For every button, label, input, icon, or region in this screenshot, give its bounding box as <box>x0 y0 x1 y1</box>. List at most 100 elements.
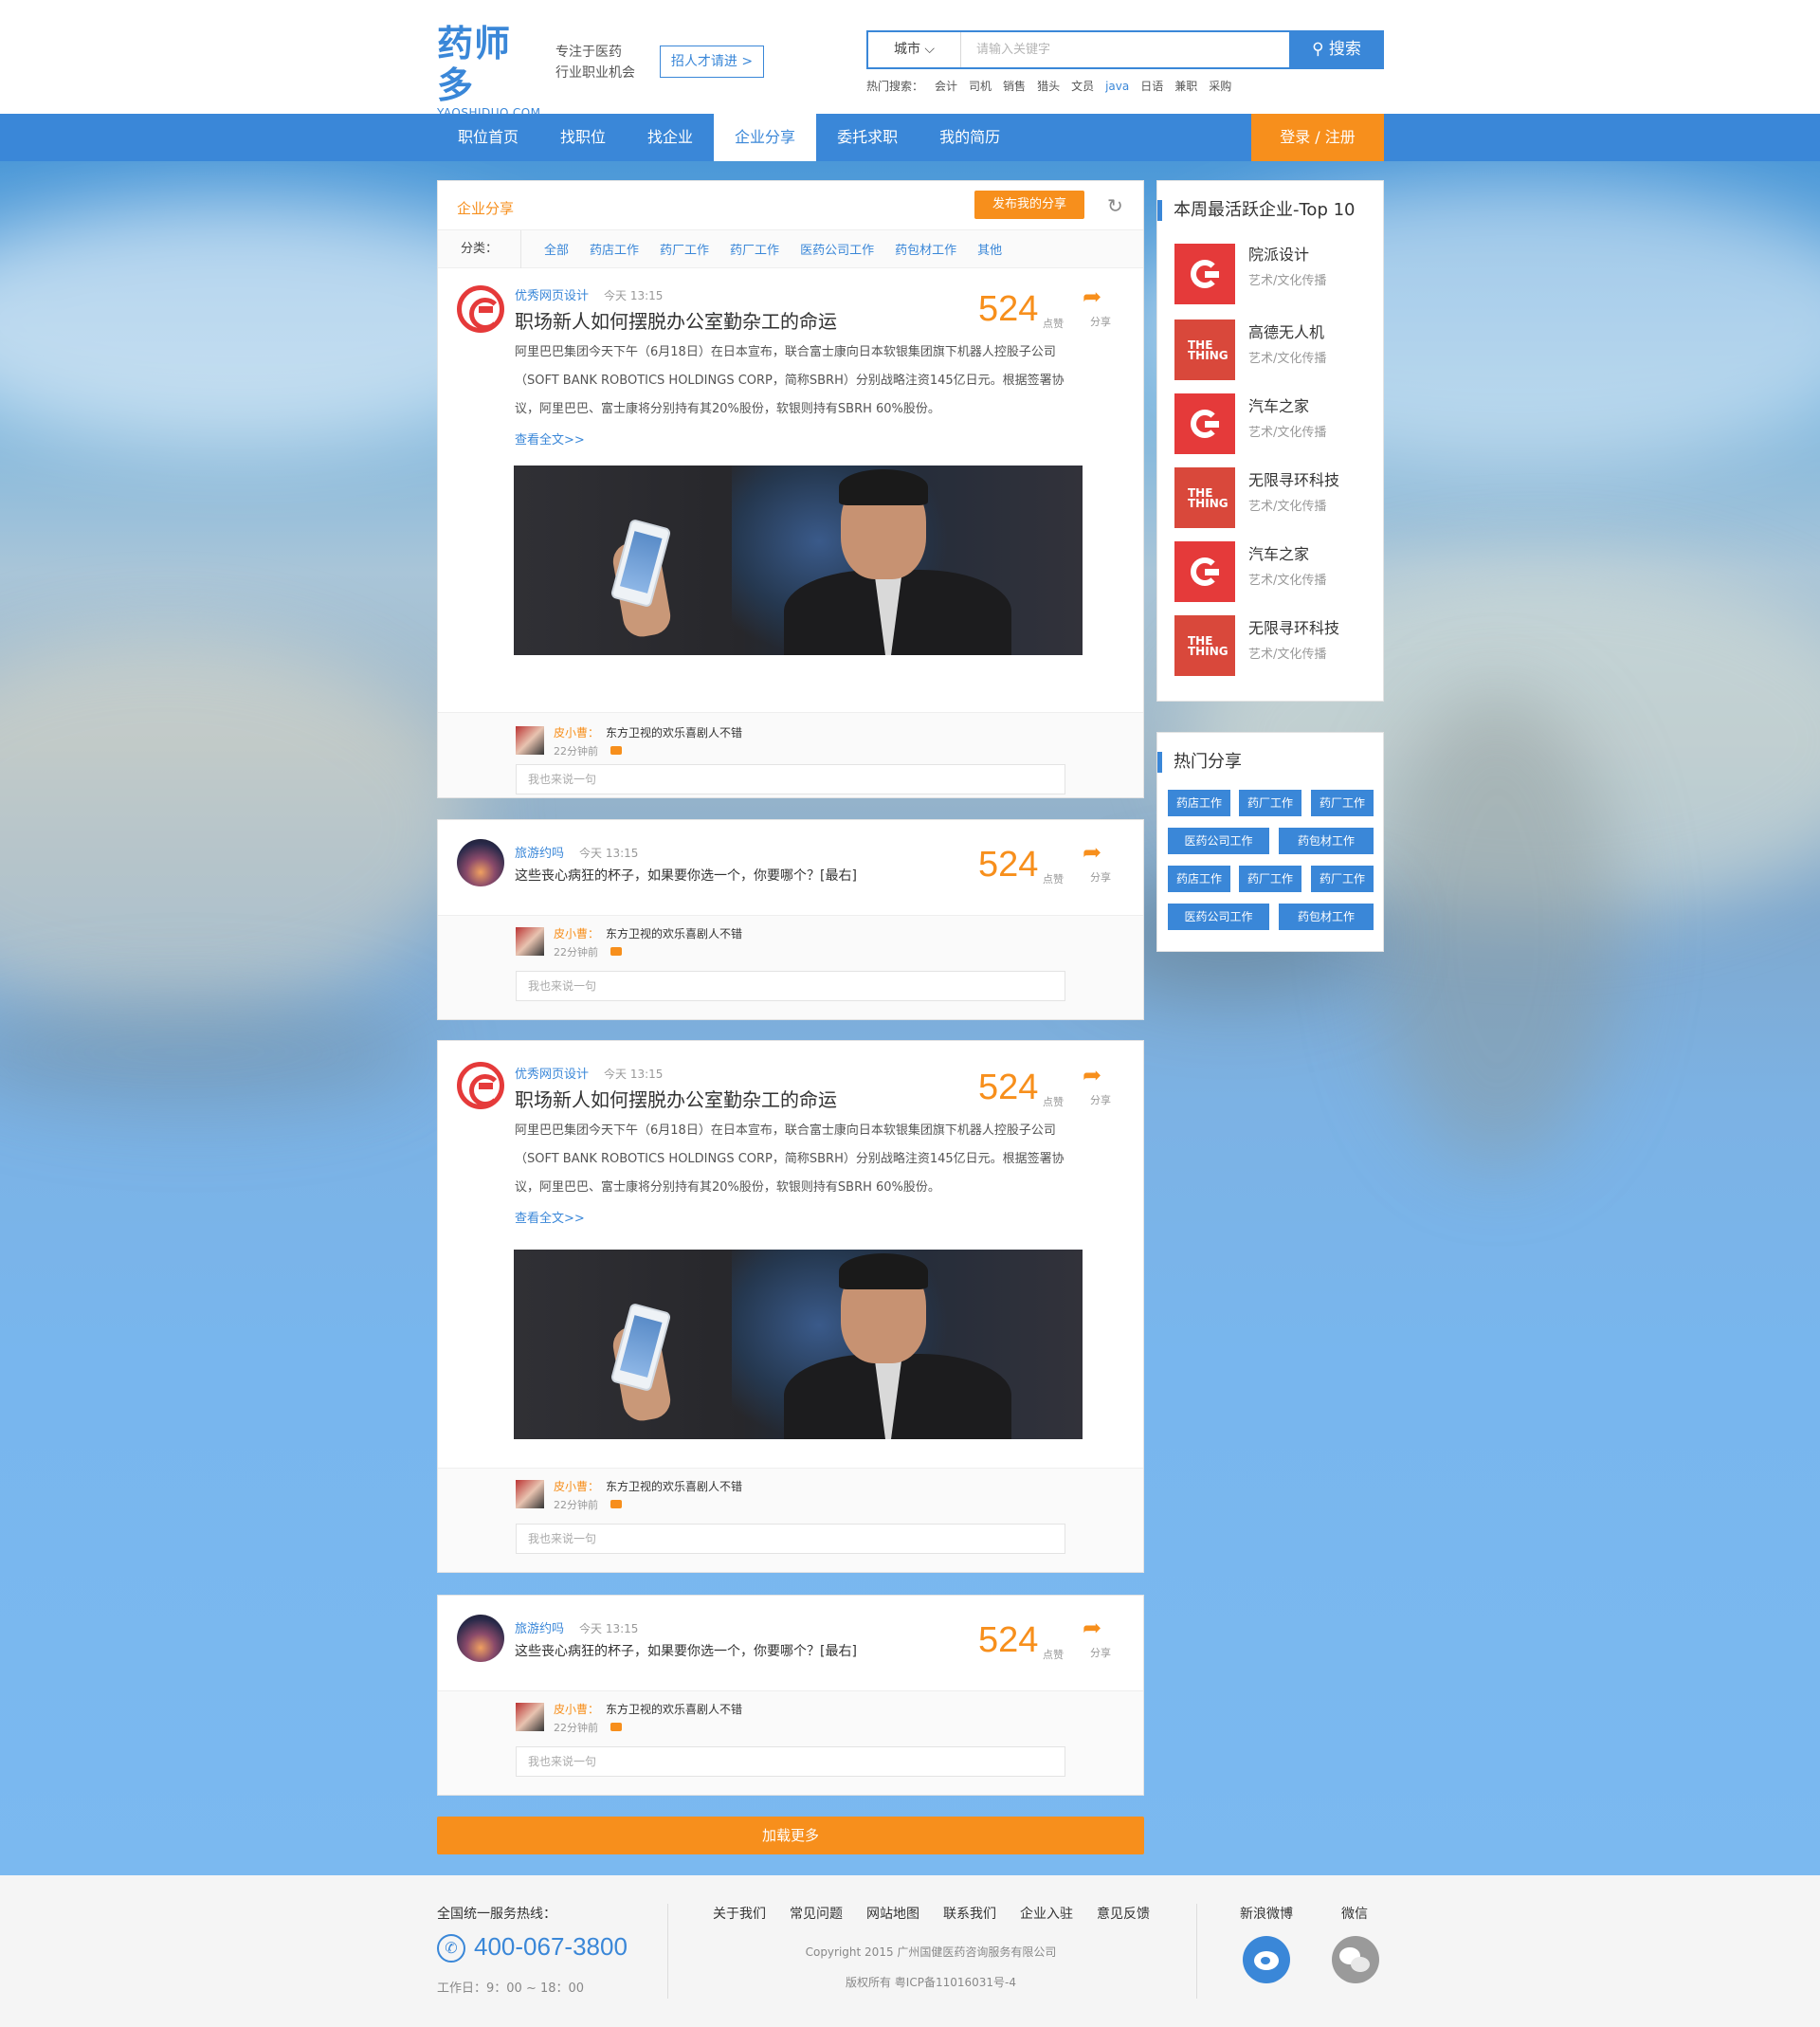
hot-tag[interactable]: 药厂工作 <box>1311 866 1374 892</box>
reply-icon[interactable] <box>610 1723 622 1731</box>
footer-link-about[interactable]: 关于我们 <box>713 1904 766 1923</box>
footer-link-contact[interactable]: 联系我们 <box>943 1904 996 1923</box>
hot-tag[interactable]: 药包材工作 <box>1279 904 1374 930</box>
read-more-link[interactable]: 查看全文>> <box>515 1208 585 1226</box>
hot-keyword[interactable]: 会计 <box>935 80 957 93</box>
commenter-avatar[interactable] <box>516 726 544 755</box>
commenter-avatar[interactable] <box>516 927 544 956</box>
reply-icon[interactable] <box>610 947 622 956</box>
hot-keyword[interactable]: 文员 <box>1071 80 1094 93</box>
company-name[interactable]: 汽车之家 <box>1248 393 1309 416</box>
post-image[interactable] <box>514 466 1083 655</box>
reply-icon[interactable] <box>610 1500 622 1508</box>
like-label[interactable]: 点赞 <box>1043 1647 1064 1662</box>
login-register-button[interactable]: 登录 / 注册 <box>1251 114 1384 161</box>
commenter-avatar[interactable] <box>516 1480 544 1508</box>
hot-keyword[interactable]: 猎头 <box>1037 80 1060 93</box>
post-image[interactable] <box>514 1250 1083 1439</box>
hot-tag[interactable]: 医药公司工作 <box>1168 904 1269 930</box>
read-more-link[interactable]: 查看全文>> <box>515 429 585 447</box>
hot-keyword[interactable]: 兼职 <box>1174 80 1197 93</box>
comment-input[interactable]: 我也来说一句 <box>516 971 1065 1001</box>
hot-tag[interactable]: 药厂工作 <box>1239 790 1301 816</box>
wechat-icon[interactable] <box>1332 1936 1379 1983</box>
share-icon[interactable]: ➦ <box>1083 1615 1101 1641</box>
author-avatar[interactable] <box>457 1615 504 1662</box>
hot-keyword[interactable]: java <box>1105 80 1129 93</box>
site-logo[interactable]: 药师多 YAOSHIDUO.COM <box>437 23 541 119</box>
share-label[interactable]: 分享 <box>1090 869 1111 885</box>
post-author[interactable]: 优秀网页设计 <box>515 285 589 303</box>
commenter-name[interactable]: 皮小曹： <box>554 1701 599 1717</box>
load-more-button[interactable]: 加载更多 <box>437 1817 1144 1854</box>
search-button[interactable]: ⚲ 搜索 <box>1289 30 1384 69</box>
nav-item-jobs[interactable]: 找职位 <box>539 114 627 161</box>
nav-item-home[interactable]: 职位首页 <box>437 114 539 161</box>
company-name[interactable]: 汽车之家 <box>1248 541 1309 564</box>
share-label[interactable]: 分享 <box>1090 314 1111 329</box>
author-avatar[interactable] <box>457 839 504 886</box>
author-avatar[interactable] <box>457 1062 504 1109</box>
commenter-avatar[interactable] <box>516 1703 544 1731</box>
hot-keyword[interactable]: 日语 <box>1140 80 1163 93</box>
post-title[interactable]: 这些丧心病狂的杯子，如果要你选一个，你要哪个？[最右] <box>515 866 857 885</box>
footer-link-enterprise[interactable]: 企业入驻 <box>1020 1904 1073 1923</box>
share-icon[interactable]: ➦ <box>1083 839 1101 866</box>
hotline-number[interactable]: 400-067-3800 <box>474 1932 628 1962</box>
commenter-name[interactable]: 皮小曹： <box>554 1478 599 1494</box>
commenter-name[interactable]: 皮小曹： <box>554 724 599 740</box>
company-logo[interactable] <box>1174 393 1235 454</box>
recruit-button[interactable]: 招人才请进 > <box>660 46 764 78</box>
hot-tag[interactable]: 医药公司工作 <box>1168 828 1269 854</box>
company-logo[interactable] <box>1174 541 1235 602</box>
nav-item-company-share[interactable]: 企业分享 <box>714 114 817 161</box>
footer-link-sitemap[interactable]: 网站地图 <box>866 1904 919 1923</box>
publish-share-button[interactable]: 发布我的分享 <box>974 191 1084 219</box>
company-logo[interactable]: THE THING <box>1174 467 1235 528</box>
nav-item-entrust[interactable]: 委托求职 <box>816 114 919 161</box>
share-icon[interactable]: ➦ <box>1083 1062 1101 1088</box>
company-logo[interactable]: THE THING <box>1174 615 1235 676</box>
category-other[interactable]: 其他 <box>977 240 1002 258</box>
hot-keyword[interactable]: 司机 <box>969 80 992 93</box>
share-label[interactable]: 分享 <box>1090 1092 1111 1107</box>
share-icon[interactable]: ➦ <box>1083 283 1101 310</box>
footer-link-faq[interactable]: 常见问题 <box>790 1904 843 1923</box>
hot-keyword[interactable]: 销售 <box>1003 80 1026 93</box>
post-title[interactable]: 这些丧心病狂的杯子，如果要你选一个，你要哪个？[最右] <box>515 1641 857 1660</box>
post-author[interactable]: 优秀网页设计 <box>515 1064 589 1082</box>
nav-item-resume[interactable]: 我的简历 <box>919 114 1021 161</box>
hot-keyword[interactable]: 采购 <box>1209 80 1231 93</box>
like-label[interactable]: 点赞 <box>1043 316 1064 331</box>
post-title[interactable]: 职场新人如何摆脱办公室勤杂工的命运 <box>515 1085 837 1112</box>
company-name[interactable]: 无限寻环科技 <box>1248 467 1339 490</box>
hot-tag[interactable]: 药包材工作 <box>1279 828 1374 854</box>
category-factory[interactable]: 药厂工作 <box>730 240 779 258</box>
category-pharma-company[interactable]: 医药公司工作 <box>800 240 874 258</box>
search-input[interactable] <box>963 32 1285 67</box>
footer-link-feedback[interactable]: 意见反馈 <box>1097 1904 1150 1923</box>
category-factory[interactable]: 药厂工作 <box>660 240 709 258</box>
commenter-name[interactable]: 皮小曹： <box>554 925 599 941</box>
category-pharmacy[interactable]: 药店工作 <box>590 240 639 258</box>
category-packaging[interactable]: 药包材工作 <box>895 240 956 258</box>
hot-tag[interactable]: 药店工作 <box>1168 866 1230 892</box>
nav-item-companies[interactable]: 找企业 <box>627 114 714 161</box>
hot-tag[interactable]: 药厂工作 <box>1239 866 1301 892</box>
company-name[interactable]: 高德无人机 <box>1248 320 1324 342</box>
company-logo[interactable] <box>1174 244 1235 304</box>
like-label[interactable]: 点赞 <box>1043 1094 1064 1109</box>
post-title[interactable]: 职场新人如何摆脱办公室勤杂工的命运 <box>515 306 837 334</box>
like-label[interactable]: 点赞 <box>1043 871 1064 886</box>
refresh-icon[interactable]: ↻ <box>1107 194 1123 217</box>
weibo-icon[interactable] <box>1243 1936 1290 1983</box>
post-author[interactable]: 旅游约吗 <box>515 1618 564 1636</box>
city-select[interactable]: 城市 ⌵ <box>868 32 961 67</box>
author-avatar[interactable] <box>457 285 504 333</box>
comment-input[interactable]: 我也来说一句 <box>516 1746 1065 1777</box>
share-label[interactable]: 分享 <box>1090 1645 1111 1660</box>
company-name[interactable]: 院派设计 <box>1248 242 1309 265</box>
post-author[interactable]: 旅游约吗 <box>515 843 564 861</box>
comment-input[interactable]: 我也来说一句 <box>516 1524 1065 1554</box>
hot-tag[interactable]: 药厂工作 <box>1311 790 1374 816</box>
